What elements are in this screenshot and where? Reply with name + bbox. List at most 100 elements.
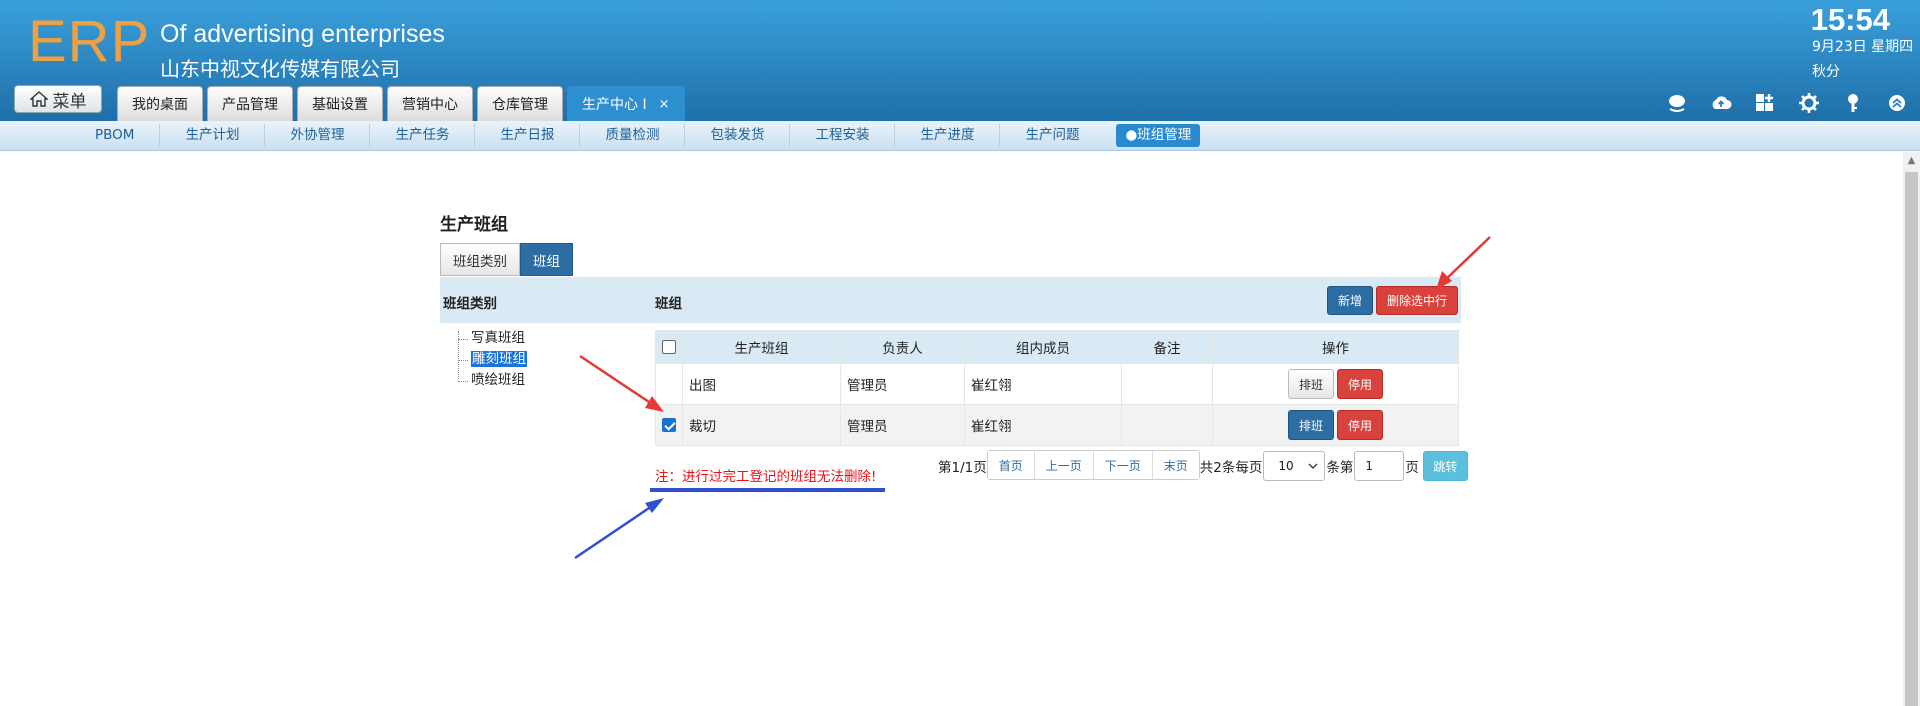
actions-cell: 排班 停用 [1212, 363, 1459, 405]
company-name-en: Of advertising enterprises [160, 20, 445, 48]
subnav-quality-check[interactable]: 质量检测 [580, 124, 686, 147]
tab-team-category[interactable]: 班组类别 [440, 243, 520, 276]
delete-warning-note: 注：进行过完工登记的班组无法删除! [655, 469, 877, 485]
tab-label: 营销中心 [402, 97, 458, 113]
subnav-progress[interactable]: 生产进度 [895, 124, 1001, 147]
chat-icon[interactable] [1666, 92, 1688, 114]
add-button[interactable]: 新增 [1327, 286, 1373, 315]
scroll-up-icon[interactable]: ▲ [1903, 152, 1920, 169]
team-panel-title: 班组 [655, 296, 682, 312]
tree-item-selected[interactable]: 雕刻班组 [455, 349, 527, 370]
arrow-to-note [574, 498, 664, 560]
collapse-icon[interactable] [1886, 92, 1908, 114]
chevron-down-icon [1308, 463, 1318, 469]
tab-warehouse[interactable]: 仓库管理 [477, 86, 563, 121]
tab-label: 我的桌面 [132, 97, 188, 113]
page-size-value: 10 [1278, 459, 1294, 473]
tree-item-label: 写真班组 [471, 330, 525, 346]
note-cell [1121, 404, 1213, 446]
tab-marketing[interactable]: 营销中心 [387, 86, 473, 121]
gear-icon[interactable] [1798, 92, 1820, 114]
column-header: 操作 [1212, 330, 1459, 364]
leader-cell: 管理员 [840, 404, 965, 446]
members-cell: 崔红翎 [964, 363, 1122, 405]
go-button[interactable]: 跳转 [1422, 451, 1468, 481]
members-cell: 崔红翎 [964, 404, 1122, 446]
annotation-underline [650, 488, 885, 492]
leader-cell: 管理员 [840, 363, 965, 405]
team-name-cell: 出图 [682, 363, 841, 405]
cloud-icon[interactable] [1710, 92, 1732, 114]
header-toolbar [1666, 92, 1908, 114]
tab-label: 生产中心 I [582, 97, 647, 113]
page-size-select[interactable]: 10 [1263, 451, 1326, 481]
tab-label: 仓库管理 [492, 97, 548, 113]
arrow-to-checkbox [579, 354, 664, 412]
subnav-pbom[interactable]: PBOM [70, 124, 161, 147]
subnav-daily-report[interactable]: 生产日报 [475, 124, 581, 147]
total-records: 共2条每页 [1199, 460, 1263, 476]
note-cell [1121, 363, 1213, 405]
last-page-button[interactable]: 末页 [1152, 451, 1199, 479]
column-header: 负责人 [840, 330, 965, 364]
actions-cell: 排班 停用 [1212, 404, 1459, 446]
subnav-team-management[interactable]: ●班组管理 [1116, 124, 1201, 147]
schedule-button[interactable]: 排班 [1287, 410, 1334, 440]
prev-page-button[interactable]: 上一页 [1034, 451, 1094, 479]
apps-icon[interactable] [1754, 92, 1776, 114]
vertical-scrollbar[interactable]: ▲ [1903, 152, 1920, 706]
subnav-production-task[interactable]: 生产任务 [370, 124, 476, 147]
subnav-issues[interactable]: 生产问题 [1000, 124, 1104, 147]
module-tabs: 我的桌面 产品管理 基础设置 营销中心 仓库管理 生产中心 I × [117, 86, 685, 121]
company-name-cn: 山东中视文化传媒有限公司 [160, 57, 400, 81]
app-header: ERP Of advertising enterprises 山东中视文化传媒有… [0, 0, 1920, 121]
column-header: 生产班组 [682, 330, 841, 364]
tab-basic-settings[interactable]: 基础设置 [297, 86, 383, 121]
close-icon[interactable]: × [659, 97, 670, 112]
key-icon[interactable] [1842, 92, 1864, 114]
subnav-outsourcing[interactable]: 外协管理 [265, 124, 371, 147]
tree-item[interactable]: 写真班组 [455, 328, 527, 349]
first-page-button[interactable]: 首页 [987, 451, 1035, 479]
tab-label: 基础设置 [312, 97, 368, 113]
subnav-installation[interactable]: 工程安装 [790, 124, 896, 147]
menu-button[interactable]: 菜单 [14, 85, 102, 113]
clock-date: 9月23日 星期四 [1812, 39, 1914, 55]
category-tree: 写真班组 雕刻班组 喷绘班组 [455, 328, 527, 391]
scroll-thumb[interactable] [1905, 172, 1918, 706]
tab-production-center[interactable]: 生产中心 I × [567, 86, 685, 121]
disable-button[interactable]: 停用 [1337, 410, 1384, 440]
pagination-buttons: 首页 上一页 下一页 末页 [986, 450, 1200, 480]
table-header-row: 生产班组 负责人 组内成员 备注 操作 [655, 330, 1459, 364]
tree-item[interactable]: 喷绘班组 [455, 370, 527, 391]
pagination: 第1/1页 首页 上一页 下一页 末页 共2条每页 10 条第 1 页 跳转 [938, 450, 1468, 482]
tab-label: 产品管理 [222, 97, 278, 113]
row-checkbox[interactable] [662, 418, 676, 432]
page-unit-label: 页 [1405, 460, 1419, 476]
column-header: 组内成员 [964, 330, 1122, 364]
tab-product[interactable]: 产品管理 [207, 86, 293, 121]
next-page-button[interactable]: 下一页 [1093, 451, 1153, 479]
menu-label: 菜单 [52, 91, 87, 112]
tab-team[interactable]: 班组 [520, 243, 573, 276]
per-unit-label: 条第 [1326, 460, 1354, 476]
tab-desktop[interactable]: 我的桌面 [117, 86, 203, 121]
page-title: 生产班组 [440, 215, 508, 235]
disable-button[interactable]: 停用 [1337, 369, 1384, 399]
page-number-input[interactable]: 1 [1354, 451, 1405, 481]
table-row-selected[interactable]: 裁切 管理员 崔红翎 排班 停用 [655, 404, 1459, 446]
schedule-button[interactable]: 排班 [1287, 369, 1334, 399]
select-all-checkbox[interactable] [662, 340, 676, 354]
home-icon [29, 91, 48, 107]
panel-header: 班组类别 班组 新增 删除选中行 [440, 277, 1461, 323]
category-panel-title: 班组类别 [443, 296, 497, 312]
table-row[interactable]: 出图 管理员 崔红翎 排班 停用 [655, 363, 1459, 405]
team-table: 生产班组 负责人 组内成员 备注 操作 出图 管理员 崔红翎 排班 停用 裁切 … [655, 330, 1459, 446]
column-header: 备注 [1121, 330, 1213, 364]
subnav-packing-shipping[interactable]: 包装发货 [685, 124, 791, 147]
delete-selected-button[interactable]: 删除选中行 [1376, 286, 1458, 315]
team-name-cell: 裁切 [682, 404, 841, 446]
page-info: 第1/1页 [938, 460, 987, 476]
subnav-production-plan[interactable]: 生产计划 [160, 124, 266, 147]
tree-item-label: 喷绘班组 [471, 372, 525, 388]
